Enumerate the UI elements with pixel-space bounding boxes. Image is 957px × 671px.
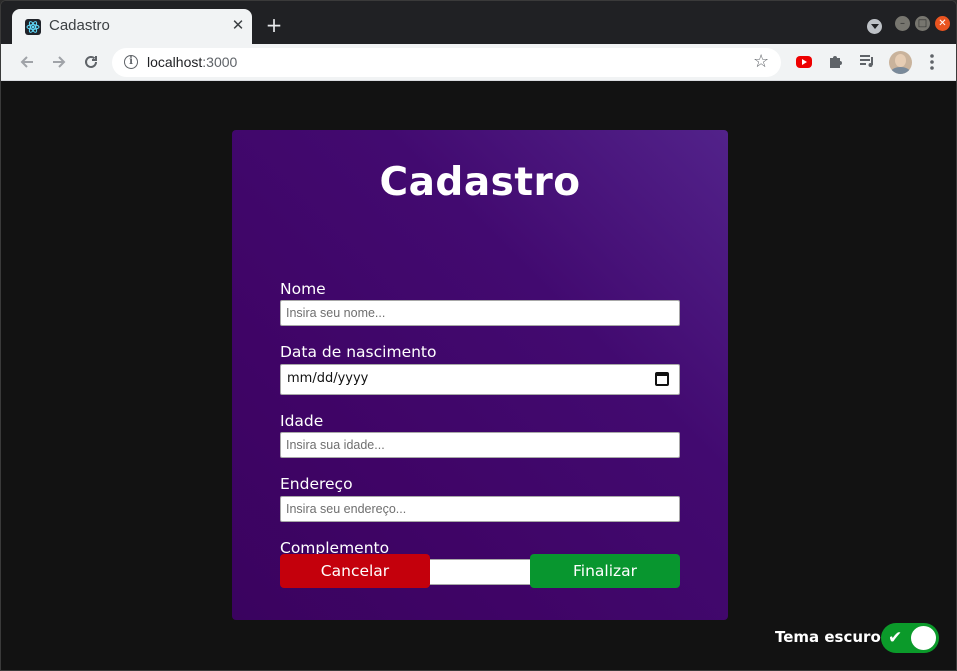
kebab-menu-icon[interactable] — [923, 52, 941, 72]
page-title: Cadastro — [379, 160, 581, 205]
birthdate-input[interactable]: mm/dd/yyyy — [280, 364, 680, 395]
browser-toolbar: i localhost:3000 ☆ — [1, 44, 956, 81]
forward-button[interactable] — [49, 52, 69, 72]
new-tab-button[interactable]: + — [264, 14, 284, 36]
puzzle-icon[interactable] — [827, 52, 845, 70]
age-input[interactable] — [280, 432, 680, 458]
calendar-icon[interactable] — [655, 372, 669, 386]
address-label: Endereço — [280, 475, 353, 493]
profile-avatar[interactable] — [889, 51, 912, 74]
arrow-right-icon — [53, 56, 66, 68]
close-icon: ✕ — [938, 18, 947, 29]
close-window-button[interactable]: ✕ — [935, 16, 950, 31]
birthdate-label: Data de nascimento — [280, 343, 437, 361]
cancel-button[interactable]: Cancelar — [280, 554, 430, 588]
reload-icon — [85, 55, 97, 68]
birthdate-value: mm/dd/yyyy — [287, 371, 369, 386]
reload-button[interactable] — [81, 52, 101, 72]
name-label: Nome — [280, 280, 326, 298]
tab-strip: Cadastro ✕ + – □ ✕ — [1, 1, 956, 44]
address-input[interactable] — [280, 496, 680, 522]
react-favicon-icon — [25, 19, 41, 35]
finish-button[interactable]: Finalizar — [530, 554, 680, 588]
page-viewport: Cadastro Nome Data de nascimento mm/dd/y… — [4, 82, 954, 669]
tab-title: Cadastro — [49, 17, 110, 34]
registration-card: Cadastro Nome Data de nascimento mm/dd/y… — [232, 130, 728, 620]
browser-window: Cadastro ✕ + – □ ✕ i localhost:3000 ☆ Ca… — [0, 0, 957, 671]
check-icon: ✔ — [888, 628, 903, 648]
star-icon[interactable]: ☆ — [753, 52, 769, 72]
browser-tab[interactable]: Cadastro ✕ — [12, 9, 252, 44]
media-queue-icon[interactable] — [858, 52, 876, 70]
back-button[interactable] — [17, 52, 37, 72]
info-icon[interactable]: i — [124, 55, 138, 69]
address-bar[interactable]: i localhost:3000 ☆ — [112, 48, 781, 77]
url-host: localhost — [147, 54, 203, 70]
maximize-button[interactable]: □ — [915, 16, 930, 31]
arrow-left-icon — [20, 56, 33, 68]
age-label: Idade — [280, 412, 324, 430]
tab-close-icon[interactable]: ✕ — [230, 16, 246, 34]
tab-search-icon[interactable] — [867, 19, 882, 34]
dark-theme-toggle[interactable]: ✔ — [881, 623, 939, 653]
name-input[interactable] — [280, 300, 680, 326]
minimize-button[interactable]: – — [895, 16, 910, 31]
minimize-icon: – — [900, 18, 905, 29]
maximize-icon: □ — [917, 18, 928, 29]
dark-theme-label: Tema escuro: — [775, 628, 887, 646]
url-port: :3000 — [202, 54, 238, 70]
url-text[interactable]: localhost:3000 — [147, 54, 237, 70]
toggle-knob — [911, 626, 936, 650]
youtube-icon[interactable] — [796, 56, 812, 68]
